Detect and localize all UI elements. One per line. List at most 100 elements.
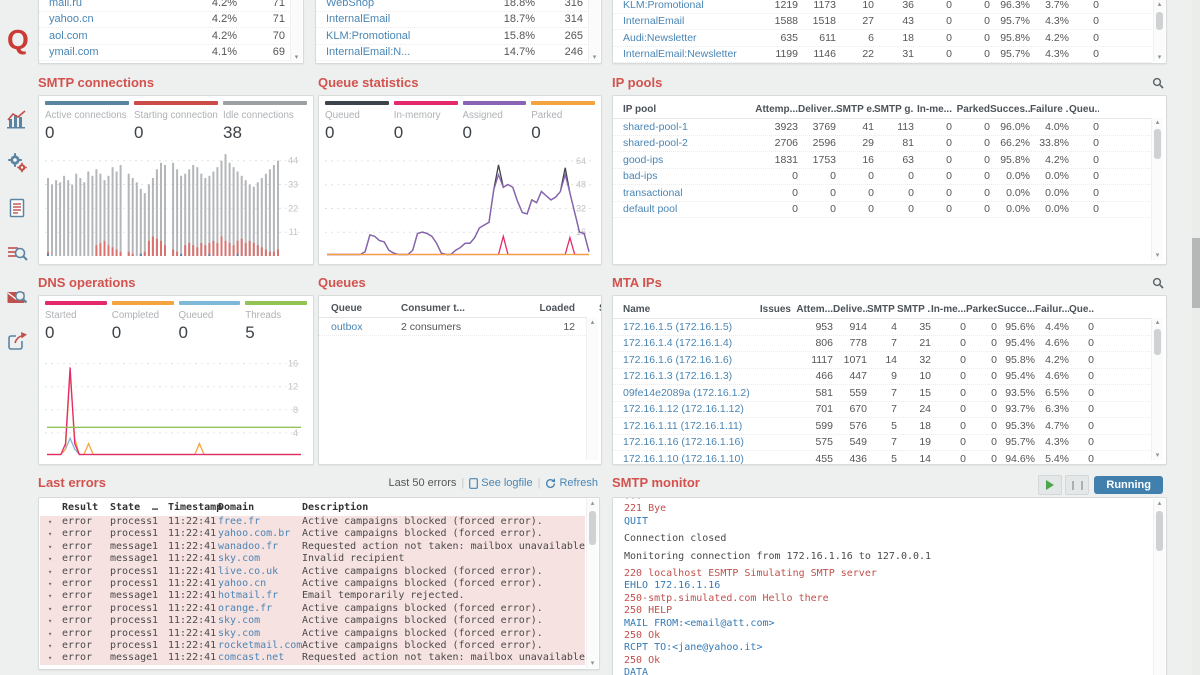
scrollbar[interactable]: ▾ <box>588 0 600 62</box>
error-domain-link[interactable]: sky.com <box>218 615 302 627</box>
row-name-link[interactable]: 172.16.1.16 (172.16.1.16) <box>623 436 758 448</box>
error-row[interactable]: ▾errorprocess111:22:41yahoo.com.brActive… <box>40 528 585 540</box>
table-row[interactable]: InternalEmail:N...14.7%246 <box>316 45 589 62</box>
column-header[interactable]: Attemp... <box>753 104 798 115</box>
scrollbar[interactable]: ▴ ▾ <box>586 499 598 668</box>
error-domain-link[interactable]: wanadoo.fr <box>218 541 302 553</box>
table-row[interactable]: mail.ru4.2%71 <box>39 0 291 12</box>
scroll-up-icon[interactable]: ▴ <box>1152 118 1163 127</box>
column-header[interactable]: In-me... <box>914 104 952 115</box>
error-row[interactable]: ▾errorprocess111:22:41free.frActive camp… <box>40 516 585 528</box>
column-header[interactable]: Queu... <box>1069 104 1099 115</box>
row-name-link[interactable]: 172.16.1.5 (172.16.1.5) <box>623 321 758 333</box>
table-row[interactable]: 172.16.1.12 (172.16.1.12)7016707240093.7… <box>613 402 1152 419</box>
column-header[interactable]: Attem... <box>791 304 833 315</box>
column-header[interactable]: Consumer t... <box>401 303 513 314</box>
error-domain-link[interactable]: hotmail.fr <box>218 590 302 602</box>
table-row[interactable]: 172.16.1.5 (172.16.1.5)9539144350095.6%4… <box>613 319 1152 336</box>
row-name-link[interactable]: shared-pool-2 <box>623 137 753 149</box>
scrollbar[interactable]: ▴ <box>586 318 598 460</box>
table-row[interactable]: hotmail.com4.1%68 <box>39 61 291 64</box>
row-name-link[interactable]: KLM:Promotional <box>623 0 753 11</box>
scroll-down-icon[interactable]: ▾ <box>291 53 302 62</box>
table-row[interactable]: Audi:Newsletter6356116180095.8%4.2%0 <box>613 30 1152 47</box>
row-name-link[interactable]: InternalEmail <box>623 15 753 27</box>
scrollbar[interactable]: ▴ ▾ <box>1151 118 1163 260</box>
row-name-link[interactable]: InternalEmail:N... <box>326 46 473 58</box>
column-header[interactable]: Size <box>575 303 602 314</box>
scroll-down-icon[interactable]: ▾ <box>589 53 600 62</box>
column-header[interactable]: Issues <box>758 304 791 315</box>
error-domain-link[interactable]: orange.fr <box>218 603 302 615</box>
ip-pools-search-icon[interactable] <box>1152 76 1164 94</box>
scroll-up-icon[interactable]: ▴ <box>1152 318 1163 327</box>
table-row[interactable]: 172.16.1.16 (172.16.1.16)5755497190095.7… <box>613 435 1152 452</box>
column-header[interactable]: … <box>152 500 168 516</box>
scroll-up-icon[interactable]: ▴ <box>1154 0 1165 9</box>
error-domain-link[interactable]: rocketmail.com <box>218 640 302 652</box>
expand-chevron-icon[interactable]: ▾ <box>48 603 62 615</box>
scroll-up-icon[interactable]: ▴ <box>1154 499 1165 508</box>
column-header[interactable]: SMTP g... <box>874 104 914 115</box>
table-row[interactable]: outbox2 consumers12-- <box>319 318 587 336</box>
scroll-thumb[interactable] <box>1154 129 1161 159</box>
table-row[interactable]: transactional0000000.0%0.0%0 <box>613 185 1152 202</box>
pause-button[interactable] <box>1065 475 1089 495</box>
error-row[interactable]: ▾errormessage111:22:41sky.comInvalid rec… <box>40 553 585 565</box>
table-row[interactable]: ymail.com4.1%69 <box>39 45 291 62</box>
play-button[interactable] <box>1038 475 1062 495</box>
table-row[interactable]: bad-ips0000000.0%0.0%0 <box>613 169 1152 186</box>
expand-chevron-icon[interactable]: ▾ <box>48 528 62 540</box>
table-row[interactable]: KLM:Promotional15.8%265 <box>316 28 589 45</box>
error-domain-link[interactable]: yahoo.cn <box>218 578 302 590</box>
table-row[interactable]: 09fe14e2089a (172.16.1.2)5815597150093.5… <box>613 385 1152 402</box>
scroll-thumb[interactable] <box>1156 12 1163 30</box>
row-name-link[interactable]: ymail.com <box>49 46 175 58</box>
scrollbar[interactable]: ▴ ▾ <box>1151 318 1163 460</box>
error-row[interactable]: ▾errorprocess111:22:41sky.comActive camp… <box>40 628 585 640</box>
row-name-link[interactable]: 09fe14e2089a (172.16.1.2) <box>623 387 758 399</box>
row-name-link[interactable]: transactional <box>623 187 753 199</box>
column-header[interactable]: SMTP ... <box>897 304 931 315</box>
column-header[interactable]: Succe... <box>997 304 1035 315</box>
statistics-chart-icon[interactable] <box>6 108 28 130</box>
error-domain-link[interactable]: sky.com <box>218 628 302 640</box>
error-domain-link[interactable]: yahoo.com.br <box>218 528 302 540</box>
row-name-link[interactable]: default pool <box>623 203 753 215</box>
scroll-thumb[interactable] <box>589 511 596 545</box>
column-header[interactable]: Timestamp <box>168 500 218 516</box>
row-name-link[interactable]: 172.16.1.4 (172.16.1.4) <box>623 337 758 349</box>
running-status-button[interactable]: Running <box>1094 476 1163 494</box>
column-header[interactable]: SMTP ... <box>867 304 897 315</box>
row-name-link[interactable]: Audi:Newsletter <box>623 32 753 44</box>
expand-chevron-icon[interactable]: ▾ <box>48 553 62 565</box>
table-row[interactable]: WebShop18.8%316 <box>316 0 589 12</box>
column-header[interactable]: Delive... <box>833 304 867 315</box>
column-header[interactable]: Result <box>62 500 110 516</box>
expand-chevron-icon[interactable]: ▾ <box>48 566 62 578</box>
row-name-link[interactable]: good-ips <box>623 154 753 166</box>
table-row[interactable]: good-ips1831175316630095.8%4.2%0 <box>613 152 1152 169</box>
row-name-link[interactable]: InternalEmail:Newsletter <box>623 48 753 60</box>
expand-chevron-icon[interactable]: ▾ <box>48 578 62 590</box>
expand-chevron-icon[interactable]: ▾ <box>48 652 62 664</box>
column-header[interactable]: Que... <box>1069 304 1094 315</box>
table-row[interactable]: InternalEmail:Promotional118911422130009… <box>613 63 1152 64</box>
column-header[interactable]: Succes... <box>990 104 1030 115</box>
error-domain-link[interactable]: sky.com <box>218 553 302 565</box>
page-scrollbar[interactable] <box>1192 0 1200 675</box>
table-row[interactable]: default pool0000000.0%0.0%0 <box>613 202 1152 219</box>
table-row[interactable]: yahoo.cn4.2%71 <box>39 12 291 29</box>
error-domain-link[interactable]: comcast.net <box>218 652 302 664</box>
column-header[interactable]: Failure ... <box>1030 104 1069 115</box>
scroll-up-icon[interactable]: ▴ <box>587 318 598 327</box>
scroll-down-icon[interactable]: ▾ <box>1152 451 1163 460</box>
row-name-link[interactable]: aol.com <box>49 30 175 42</box>
table-row[interactable]: aol.com4.2%70 <box>39 28 291 45</box>
refresh-link[interactable]: Refresh <box>545 477 598 489</box>
error-domain-link[interactable]: live.co.uk <box>218 566 302 578</box>
error-row[interactable]: ▾errormessage111:22:41wanadoo.frRequeste… <box>40 541 585 553</box>
table-row[interactable]: InternalEmail18.7%314 <box>316 12 589 29</box>
row-name-link[interactable]: outbox <box>331 321 401 333</box>
row-name-link[interactable]: bad-ips <box>623 170 753 182</box>
